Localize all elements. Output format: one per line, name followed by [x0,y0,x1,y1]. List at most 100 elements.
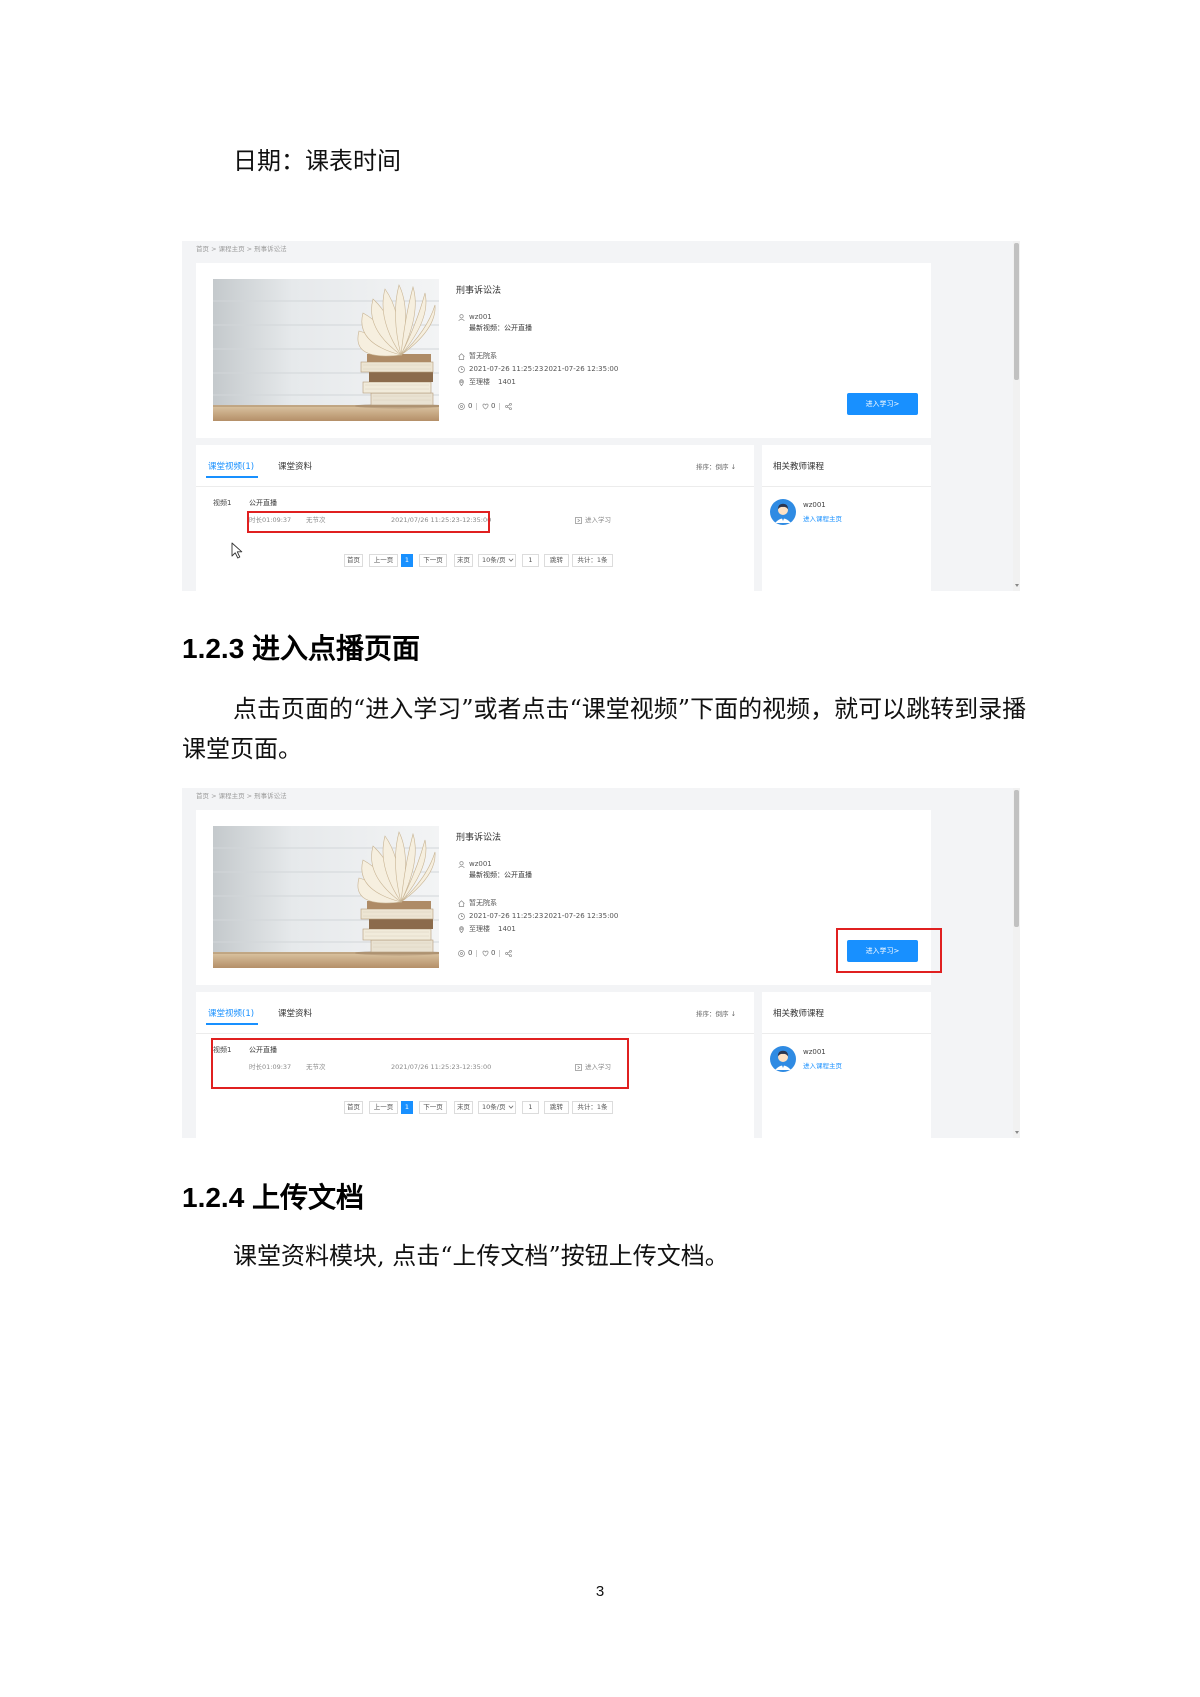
page-scrollbar[interactable] [1013,788,1020,1138]
scroll-down-arrow-icon[interactable] [1015,1131,1019,1134]
course-cover-image [213,826,439,968]
start-time: 2021-07-26 11:25:23 [469,912,544,920]
end-time: 2021-07-26 12:35:00 [544,912,619,920]
jump-page-input[interactable]: 1 [522,1101,539,1114]
active-tab-indicator [206,1023,258,1025]
home-icon [458,353,465,360]
pagination-first[interactable]: 首页 [344,554,363,567]
avatar[interactable] [770,499,796,525]
home-icon [458,900,465,907]
tab-divider [196,1033,754,1034]
stat-divider [476,403,477,410]
pagination-first[interactable]: 首页 [344,1101,363,1114]
stat-divider [499,950,500,957]
section-heading-1-2-4: 1.2.4 上传文档 [182,1182,365,1213]
pagination-prev[interactable]: 上一页 [369,1101,398,1114]
enter-study-button[interactable]: 进入学习> [847,393,918,415]
course-title: 刑事诉讼法 [456,833,502,843]
course-home-link[interactable]: 进入课程主页 [803,1062,842,1071]
screenshot-course-page-1: 首页 > 课程主页 > 刑事诉讼法 刑事诉讼法 wz001 最新视频：公开直播 … [182,241,1020,591]
course-home-link[interactable]: 进入课程主页 [803,515,842,524]
building: 至理楼 [469,378,490,386]
breadcrumb[interactable]: 首页 > 课程主页 > 刑事诉讼法 [196,792,287,801]
page-number: 3 [595,1583,605,1600]
section-paragraph-1-2-3: 点击页面的“进入学习”或者点击“课堂视频”下面的视频，就可以跳转到录播课堂页面。 [182,695,1027,763]
related-courses-title: 相关教师课程 [773,1009,825,1019]
video-index[interactable]: 视频1 [213,499,231,508]
user-icon [458,314,465,321]
sort-toggle[interactable]: 排序：倒序 ↓ [696,1010,736,1019]
page-scrollbar[interactable] [1013,241,1020,591]
scrollbar-thumb[interactable] [1014,243,1019,380]
department: 暂无院系 [469,352,497,360]
building: 至理楼 [469,925,490,933]
jump-button[interactable]: 跳转 [544,1101,569,1114]
course-cover-image [213,279,439,421]
pagination-next[interactable]: 下一页 [419,1101,447,1114]
pagination-total: 共计：1条 [572,554,613,567]
pagination-prev[interactable]: 上一页 [369,554,398,567]
tab-class-materials[interactable]: 课堂资料 [278,462,312,473]
heart-icon[interactable] [482,403,489,410]
jump-button[interactable]: 跳转 [544,554,569,567]
view-count: 0 [468,949,473,957]
location-icon [458,379,465,386]
clock-icon [458,913,465,920]
related-divider [762,1033,931,1034]
related-teacher: wz001 [803,1048,826,1056]
page-size-value: 10条/页 [482,556,506,564]
eye-icon [458,950,465,957]
pagination-last[interactable]: 末页 [454,554,473,567]
avatar[interactable] [770,1046,796,1072]
heart-icon[interactable] [482,950,489,957]
date-caption: 日期：课表时间 [233,147,401,175]
page-size-value: 10条/页 [482,1103,506,1111]
related-courses-card: 相关教师课程 wz001 进入课程主页 [762,445,931,591]
like-count: 0 [491,402,496,410]
user-icon [458,861,465,868]
tab-class-materials[interactable]: 课堂资料 [278,1009,312,1020]
related-courses-title: 相关教师课程 [773,462,825,472]
share-icon[interactable] [505,950,512,957]
tab-divider [196,486,754,487]
pagination-current[interactable]: 1 [401,554,413,567]
breadcrumb[interactable]: 首页 > 课程主页 > 刑事诉讼法 [196,245,287,254]
course-info-card: 刑事诉讼法 wz001 最新视频：公开直播 暂无院系 2021-07-26 11… [196,810,931,985]
page-size-select[interactable]: 10条/页 [478,1101,516,1114]
end-time: 2021-07-26 12:35:00 [544,365,619,373]
related-divider [762,486,931,487]
related-teacher: wz001 [803,501,826,509]
video-enter-link[interactable]: 进入学习 [585,516,611,525]
teacher-name: wz001 [469,313,492,321]
highlight-box-enter-button [836,928,942,973]
pagination-total: 共计：1条 [572,1101,613,1114]
page-size-select[interactable]: 10条/页 [478,554,516,567]
course-page-screenshot: 首页 > 课程主页 > 刑事诉讼法 刑事诉讼法 wz001 最新视频：公开直播 … [182,241,1020,591]
latest-video: 最新视频：公开直播 [469,324,532,332]
chevron-down-icon [508,557,514,563]
start-time: 2021-07-26 11:25:23 [469,365,544,373]
jump-page-input[interactable]: 1 [522,554,539,567]
location-icon [458,926,465,933]
stat-divider [499,403,500,410]
pagination-current[interactable]: 1 [401,1101,413,1114]
share-icon[interactable] [505,403,512,410]
course-title: 刑事诉讼法 [456,286,502,296]
tab-class-videos[interactable]: 课堂视频(1) [208,462,254,473]
related-courses-card: 相关教师课程 wz001 进入课程主页 [762,992,931,1138]
sort-toggle[interactable]: 排序：倒序 ↓ [696,463,736,472]
teacher-name: wz001 [469,860,492,868]
section-heading-1-2-3: 1.2.3 进入点播页面 [182,633,421,664]
pagination-next[interactable]: 下一页 [419,554,447,567]
video-title[interactable]: 公开直播 [249,499,277,508]
department: 暂无院系 [469,899,497,907]
highlight-box-video-row [211,1038,629,1089]
chevron-down-icon [508,1104,514,1110]
play-box-icon[interactable] [575,517,582,524]
pagination-last[interactable]: 末页 [454,1101,473,1114]
scrollbar-thumb[interactable] [1014,790,1019,927]
tab-class-videos[interactable]: 课堂视频(1) [208,1009,254,1020]
scroll-down-arrow-icon[interactable] [1015,584,1019,587]
section-paragraph-1-2-4: 课堂资料模块, 点击“上传文档”按钮上传文档。 [233,1242,729,1270]
active-tab-indicator [206,476,258,478]
